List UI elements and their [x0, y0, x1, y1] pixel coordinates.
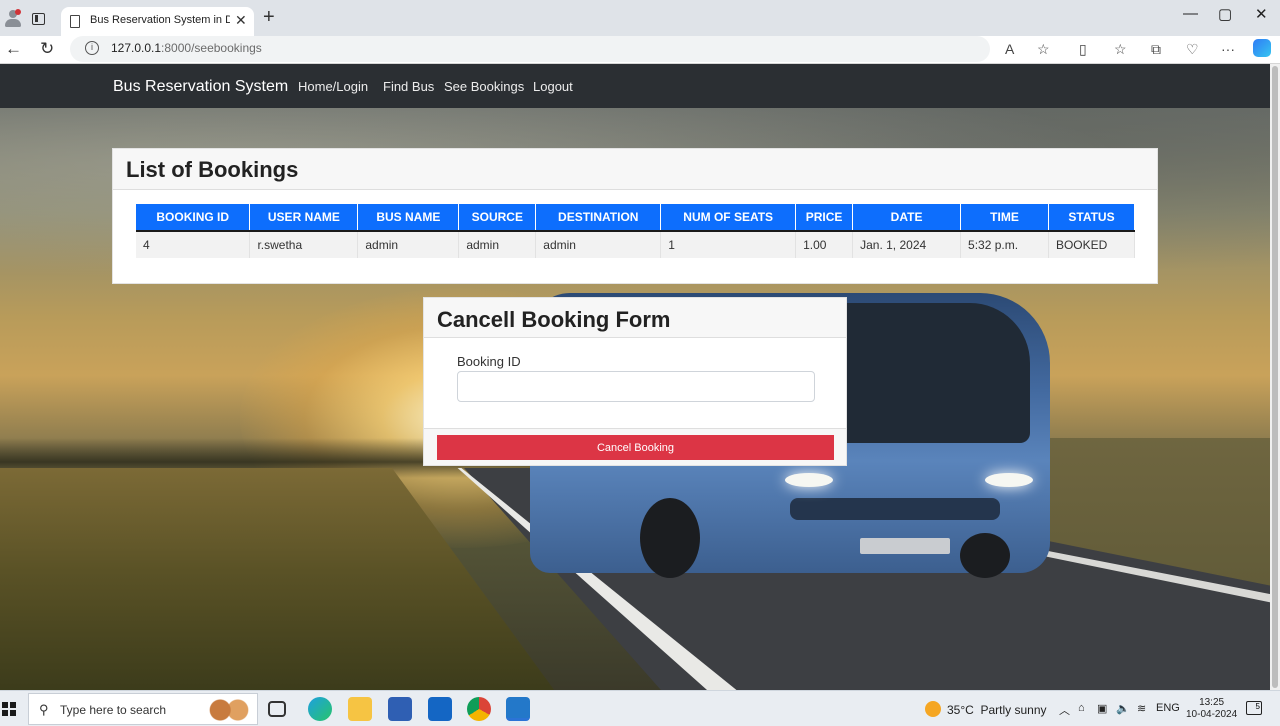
col-num-of-seats: NUM OF SEATS [660, 204, 797, 232]
show-hidden-icons[interactable]: ︿ [1059, 702, 1070, 718]
chrome-icon[interactable] [467, 697, 491, 721]
browser-tab-strip: Bus Reservation System in Djang ✕ + — ▢ … [0, 0, 1280, 36]
cell-user-name: r.swetha [249, 231, 359, 258]
cell-source: admin [458, 231, 537, 258]
table-row: 4 r.swetha admin admin admin 1 1.00 Jan.… [136, 231, 1136, 258]
col-date: DATE [852, 204, 962, 232]
nav-find-bus[interactable]: Find Bus [383, 79, 434, 94]
scrollbar-thumb[interactable] [1272, 66, 1278, 688]
clock-time: 13:25 [1199, 697, 1225, 708]
cell-date: Jan. 1, 2024 [852, 231, 962, 258]
page-scrollbar[interactable] [1270, 64, 1280, 690]
read-aloud-icon[interactable]: A [1005, 41, 1014, 57]
browser-tab[interactable]: Bus Reservation System in Djang ✕ [61, 7, 254, 36]
vscode-icon[interactable] [506, 697, 530, 721]
language-indicator[interactable]: ENG [1156, 702, 1180, 714]
edge-icon[interactable] [308, 697, 332, 721]
booking-id-label: Booking ID [457, 354, 521, 369]
search-highlight-icon [207, 697, 251, 723]
tab-title: Bus Reservation System in Djang [90, 14, 230, 26]
cell-bus-name: admin [357, 231, 460, 258]
browser-essentials-icon[interactable]: ♡ [1186, 41, 1199, 58]
bookings-table: BOOKING ID USER NAME BUS NAME SOURCE DES… [136, 204, 1136, 258]
back-icon[interactable]: ← [5, 39, 22, 59]
copilot-icon[interactable] [1253, 39, 1271, 57]
minimize-icon[interactable]: — [1183, 5, 1198, 22]
cancel-booking-button[interactable]: Cancel Booking [437, 435, 834, 460]
clock-date: 10-04-2024 [1186, 709, 1238, 720]
cancel-card-header: Cancell Booking Form [424, 298, 846, 338]
collections-icon[interactable]: ⧉ [1151, 41, 1161, 58]
cell-price: 1.00 [795, 231, 854, 258]
favorite-star-icon[interactable]: ☆ [1037, 41, 1050, 58]
mail-icon[interactable] [428, 697, 452, 721]
taskbar-search-box[interactable]: ⚲ Type here to search [28, 693, 258, 725]
page-icon [70, 15, 80, 28]
col-booking-id: BOOKING ID [136, 204, 251, 232]
tab-actions-icon[interactable] [32, 13, 45, 25]
cancel-form-title: Cancell Booking Form [437, 307, 671, 332]
booking-id-input[interactable] [457, 371, 815, 402]
url-text[interactable]: 127.0.0.1:8000/seebookings [111, 41, 262, 55]
site-info-icon[interactable]: i [85, 41, 99, 55]
maximize-icon[interactable]: ▢ [1218, 5, 1232, 23]
col-price: PRICE [795, 204, 854, 232]
cancel-card-footer: Cancel Booking [424, 428, 846, 465]
nav-logout[interactable]: Logout [533, 79, 573, 94]
file-explorer-icon[interactable] [348, 697, 372, 721]
cancel-booking-card: Cancell Booking Form Booking ID Cancel B… [423, 297, 847, 466]
address-toolbar: ← ↻ i 127.0.0.1:8000/seebookings A ☆ ▯ ☆… [0, 36, 1280, 64]
weather-widget[interactable]: 35°C Partly sunny [925, 701, 1047, 717]
profile-icon[interactable] [4, 9, 22, 27]
windows-start-icon[interactable] [2, 702, 16, 716]
weather-icon [925, 701, 941, 717]
volume-icon[interactable]: 🔈 [1116, 702, 1130, 715]
notification-icon[interactable]: 5 [1246, 701, 1262, 715]
taskbar-clock[interactable]: 13:25 10-04-2024 [1186, 697, 1237, 721]
favorites-icon[interactable]: ☆ [1114, 41, 1127, 58]
nav-home-login[interactable]: Home/Login [298, 79, 368, 94]
new-tab-icon[interactable]: + [263, 6, 275, 29]
microsoft-store-icon[interactable] [388, 697, 412, 721]
split-screen-icon[interactable]: ▯ [1079, 41, 1087, 58]
cell-destination: admin [535, 231, 662, 258]
cell-time: 5:32 p.m. [960, 231, 1049, 258]
bookings-title: List of Bookings [126, 157, 299, 182]
close-window-icon[interactable]: ✕ [1255, 5, 1268, 23]
page-viewport: Bus Reservation System Home/Login Find B… [0, 64, 1280, 690]
col-bus-name: BUS NAME [357, 204, 460, 232]
cell-num-of-seats: 1 [660, 231, 797, 258]
col-source: SOURCE [458, 204, 537, 232]
bookings-card-header: List of Bookings [113, 149, 1157, 190]
table-header-row: BOOKING ID USER NAME BUS NAME SOURCE DES… [136, 204, 1136, 232]
address-bar[interactable]: i 127.0.0.1:8000/seebookings [70, 36, 990, 62]
brand-link[interactable]: Bus Reservation System [113, 78, 288, 96]
close-tab-icon[interactable]: ✕ [235, 12, 247, 29]
col-status: STATUS [1048, 204, 1136, 232]
meet-icon[interactable]: ▣ [1097, 702, 1107, 715]
cell-status: BOOKED [1048, 231, 1136, 258]
wifi-icon[interactable]: ≋ [1137, 702, 1146, 715]
more-menu-icon[interactable]: ··· [1221, 41, 1235, 57]
col-destination: DESTINATION [535, 204, 662, 232]
taskbar-search-placeholder: Type here to search [60, 703, 167, 717]
windows-taskbar: ⚲ Type here to search 35°C Partly sunny … [0, 690, 1280, 726]
cell-booking-id: 4 [136, 231, 251, 258]
refresh-icon[interactable]: ↻ [40, 39, 54, 59]
task-view-icon[interactable] [268, 701, 286, 717]
nav-see-bookings[interactable]: See Bookings [444, 79, 524, 94]
col-time: TIME [960, 204, 1049, 232]
bookings-card: List of Bookings BOOKING ID USER NAME BU… [112, 148, 1158, 284]
site-navbar: Bus Reservation System Home/Login Find B… [0, 64, 1280, 108]
search-icon: ⚲ [39, 702, 49, 717]
camera-icon[interactable]: ⌂ [1078, 702, 1085, 714]
col-user-name: USER NAME [249, 204, 359, 232]
